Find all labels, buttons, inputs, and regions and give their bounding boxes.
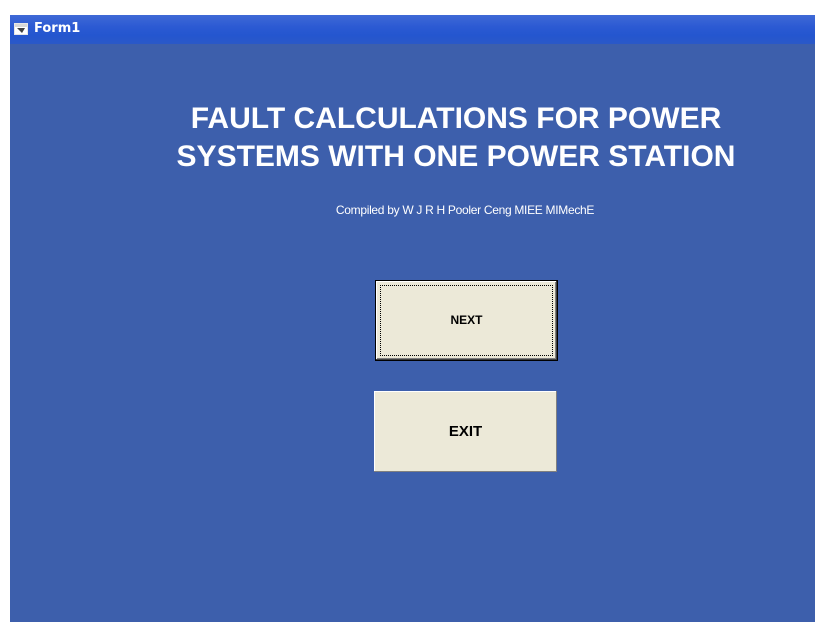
form-window-icon[interactable] xyxy=(14,22,28,35)
next-button-label: NEXT xyxy=(450,313,483,327)
page-title-line-1: FAULT CALCULATIONS FOR POWER xyxy=(190,102,722,135)
form-client-area: FAULT CALCULATIONS FOR POWER SYSTEMS WIT… xyxy=(10,44,815,622)
page-title-line-2: SYSTEMS WITH ONE POWER STATION xyxy=(176,140,736,173)
window-title: Form1 xyxy=(34,21,81,36)
exit-button-label: EXIT xyxy=(448,423,483,440)
title-bar[interactable]: Form1 xyxy=(10,15,815,44)
compiled-by-label: Compiled by W J R H Pooler Ceng MIEE MIM… xyxy=(335,203,595,217)
exit-button[interactable]: EXIT xyxy=(374,391,557,472)
form1-window: Form1 FAULT CALCULATIONS FOR POWER SYSTE… xyxy=(10,15,815,622)
next-button[interactable]: NEXT xyxy=(375,280,558,361)
page-title: FAULT CALCULATIONS FOR POWER SYSTEMS WIT… xyxy=(116,100,796,176)
